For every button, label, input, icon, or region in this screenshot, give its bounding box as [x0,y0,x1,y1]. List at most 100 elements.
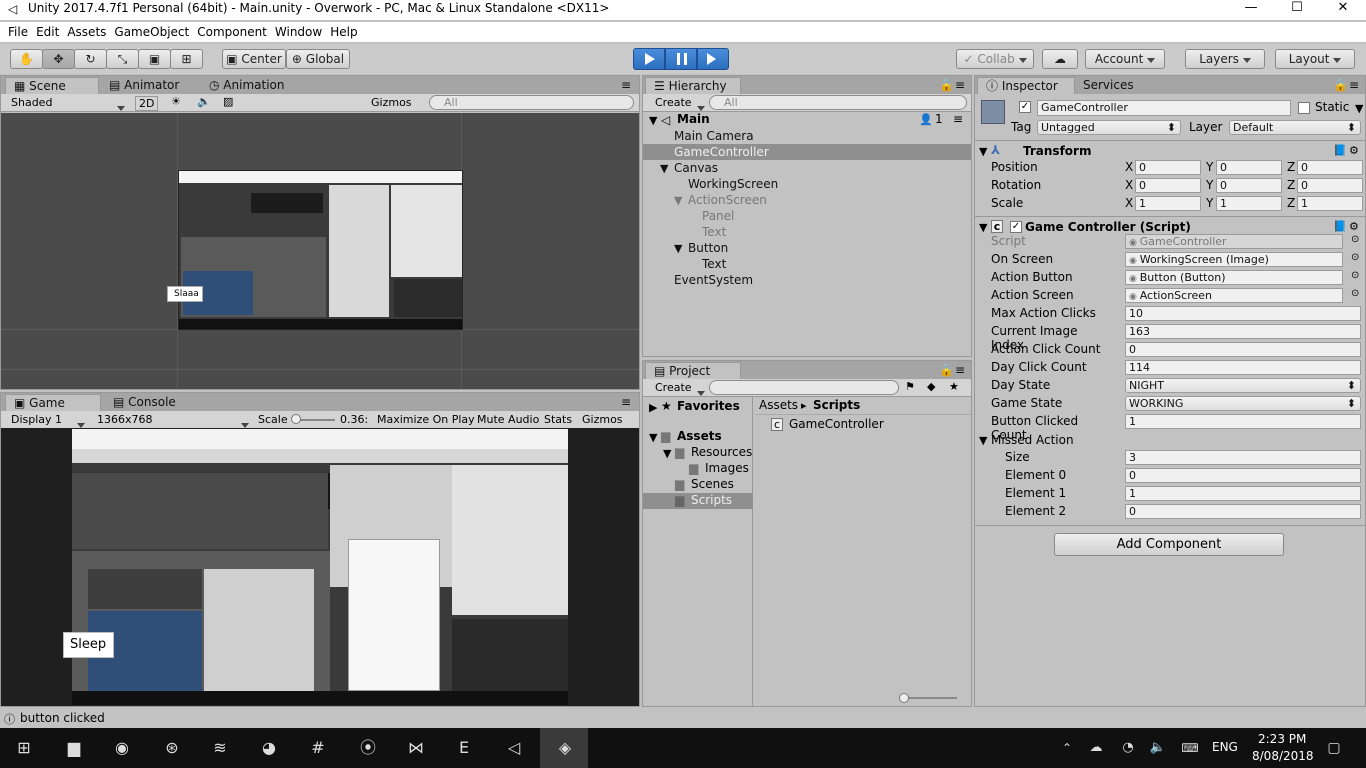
toggle-2d-button[interactable]: 2D [135,96,159,111]
help-book-icon[interactable]: 📘 [1333,144,1347,157]
menu-file[interactable]: File [4,22,32,39]
tab-project[interactable]: ▤ Project [645,362,741,379]
object-picker-icon[interactable]: ⊙ [1351,288,1359,299]
lighting-icon[interactable]: ☀ [171,95,181,108]
menu-help[interactable]: Help [326,22,361,39]
layers-dropdown[interactable]: Layers [1185,49,1265,69]
hierarchy-item[interactable]: Text [643,224,971,240]
tab-inspector[interactable]: ⓘ Inspector [977,77,1075,94]
clock-date[interactable]: 8/08/2018 [1252,749,1314,763]
property-field[interactable]: 10 [1125,306,1361,321]
menu-window[interactable]: Window [271,22,326,39]
tree-item-images[interactable]: ▆ Images [643,461,753,477]
account-dropdown[interactable]: Account [1085,49,1165,69]
transform-header[interactable]: ▼ ⅄ Transform 📘 ⚙ [975,140,1365,160]
hierarchy-item[interactable]: ▼ Button [643,240,971,256]
scene-menu-icon[interactable]: ≡ [953,112,963,126]
minimize-button[interactable]: — [1228,0,1274,20]
status-message[interactable]: button clicked [20,711,105,725]
active-checkbox[interactable]: ✓ [1019,101,1031,113]
step-button[interactable] [697,48,729,70]
property-dropdown[interactable]: WORKING ⬍ [1125,396,1361,411]
object-field[interactable]: ◉ WorkingScreen (Image) [1125,252,1343,267]
add-component-button[interactable]: Add Component [1054,533,1284,556]
epic-games-icon[interactable]: E [452,736,476,760]
onedrive-cloud-icon[interactable]: ☁ [1084,736,1108,760]
scene-search-input[interactable]: All [429,95,634,110]
play-button[interactable] [633,48,665,70]
help-book-icon[interactable]: 📘 [1333,220,1347,233]
component-gear-icon[interactable]: ⚙ [1349,220,1359,233]
lock-icon[interactable]: 🔒 [939,77,954,94]
object-name-field[interactable]: GameController [1037,100,1291,116]
scene-root-row[interactable]: ▼ ◁ Main 👤 1 ≡ [643,112,971,128]
file-item[interactable]: c GameController [755,417,971,433]
menu-assets[interactable]: Assets [63,22,110,39]
array-element-field[interactable]: 1 [1125,486,1361,501]
scale-slider-thumb[interactable] [291,414,301,424]
panel-menu-icon[interactable]: ≡ [955,362,965,379]
object-field[interactable]: ◉ ActionScreen [1125,288,1343,303]
chrome-icon[interactable]: ◉ [110,736,134,760]
expand-arrow-icon[interactable]: ▼ [674,241,682,257]
stats-toggle[interactable]: Stats [544,413,572,426]
tag-dropdown[interactable]: Untagged ⬍ [1037,120,1181,135]
favorites-row[interactable]: ▶ ★ Favorites [643,399,753,415]
transform-z-field[interactable]: 0 [1297,178,1363,193]
property-field[interactable]: 114 [1125,360,1361,375]
expand-arrow-icon[interactable]: ▼ [674,193,682,209]
panel-menu-icon[interactable]: ≡ [621,394,631,411]
game-view[interactable]: Sleep [1,428,639,706]
transform-y-field[interactable]: 0 [1216,178,1282,193]
array-element-field[interactable]: 0 [1125,504,1361,519]
tree-item-resources[interactable]: ▼ ▆ Resources [643,445,753,461]
hierarchy-item[interactable]: ▼ Canvas [643,160,971,176]
object-picker-icon[interactable]: ⊙ [1351,270,1359,281]
lock-icon[interactable]: 🔒 [939,362,954,379]
cloud-button[interactable]: ☁ [1042,49,1078,69]
tree-item-scripts[interactable]: ▆ Scripts [643,493,753,509]
effects-icon[interactable]: ▨ [223,95,233,108]
tab-game[interactable]: ▣ Game [5,394,101,411]
hand-tool-icon[interactable]: ✋ [10,49,43,69]
visual-studio-icon[interactable]: ⋈ [404,736,428,760]
transform-y-field[interactable]: 1 [1216,196,1282,211]
collab-button[interactable]: ✓ Collab [956,49,1034,69]
script-header[interactable]: ▼ c ✓ Game Controller (Script) 📘 ⚙ [975,216,1365,236]
filter-label-icon[interactable]: ◆ [927,380,935,393]
resolution-dropdown[interactable]: 1366x768 [97,413,153,426]
transform-z-field[interactable]: 1 [1297,196,1363,211]
project-create-dropdown[interactable]: Create [655,381,692,394]
scale-tool-icon[interactable]: ⤡ [106,49,139,69]
property-dropdown[interactable]: NIGHT ⬍ [1125,378,1361,393]
volume-icon[interactable]: 🔈 [1146,736,1170,760]
hierarchy-item[interactable]: Main Camera [643,128,971,144]
mute-audio-toggle[interactable]: Mute Audio [477,413,539,426]
filter-type-icon[interactable]: ⚑ [905,380,915,393]
display-dropdown[interactable]: Display 1 [11,413,62,426]
tab-animator[interactable]: ▤ Animator [101,77,187,94]
static-dropdown-arrow-icon[interactable]: ▼ [1355,102,1363,115]
pause-button[interactable] [665,48,697,70]
panel-menu-icon[interactable]: ≡ [1349,77,1359,94]
audio-icon[interactable]: 🔈 [197,95,211,108]
property-field[interactable]: 0 [1125,342,1361,357]
array-element-field[interactable]: 0 [1125,468,1361,483]
scene-gizmos-dropdown[interactable]: Gizmos [371,96,412,109]
hierarchy-item[interactable]: ▼ ActionScreen [643,192,971,208]
expand-arrow-icon[interactable]: ▼ [660,161,668,177]
transform-z-field[interactable]: 0 [1297,160,1363,175]
menu-edit[interactable]: Edit [32,22,63,39]
static-checkbox[interactable] [1298,102,1310,114]
layout-dropdown[interactable]: Layout [1275,49,1355,69]
object-picker-icon[interactable]: ⊙ [1351,252,1359,263]
tab-services[interactable]: Services [1075,77,1142,94]
tab-console[interactable]: ▤ Console [105,394,184,411]
assets-row[interactable]: ▼ ▆ Assets [643,429,753,445]
transform-x-field[interactable]: 0 [1135,178,1201,193]
maximize-button[interactable]: ☐ [1274,0,1320,20]
hierarchy-item[interactable]: GameController [643,144,971,160]
object-picker-icon[interactable]: ⊙ [1351,234,1359,245]
hierarchy-item[interactable]: Panel [643,208,971,224]
missed-action-row[interactable]: ▼ Missed Action [975,432,1365,450]
